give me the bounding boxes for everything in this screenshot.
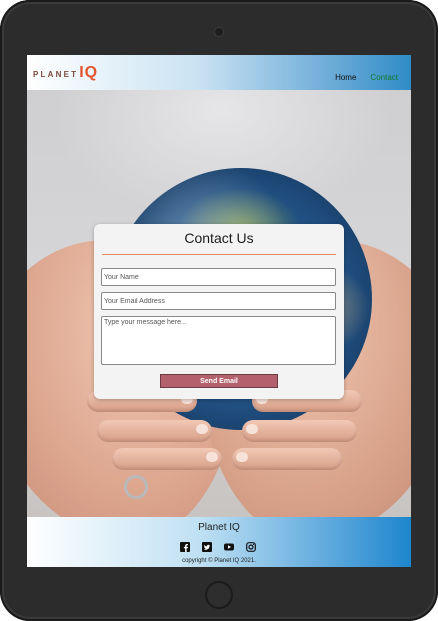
nav-contact-link[interactable]: Contact bbox=[370, 73, 398, 82]
email-input[interactable] bbox=[101, 292, 336, 310]
facebook-icon[interactable] bbox=[180, 539, 190, 552]
social-links bbox=[180, 539, 256, 552]
finger-image bbox=[242, 420, 357, 442]
contact-title: Contact Us bbox=[184, 230, 254, 246]
logo[interactable]: PLANET IQ bbox=[33, 64, 99, 81]
home-button[interactable] bbox=[205, 581, 233, 609]
send-email-button[interactable]: Send Email bbox=[160, 374, 278, 388]
camera-lens bbox=[215, 28, 223, 36]
footer-brand: Planet IQ bbox=[198, 522, 240, 533]
tablet-frame: PLANET IQ Home Contact Contact Us Your N… bbox=[0, 0, 438, 621]
finger-image bbox=[97, 420, 212, 442]
main-nav: Home Contact bbox=[335, 73, 398, 82]
contact-form-card: Contact Us Send Email bbox=[94, 224, 344, 399]
screen: PLANET IQ Home Contact Contact Us Your N… bbox=[27, 55, 411, 567]
ring-image bbox=[124, 475, 148, 499]
name-input[interactable] bbox=[101, 268, 336, 286]
logo-planet-text: PLANET bbox=[33, 70, 79, 79]
instagram-icon[interactable] bbox=[246, 539, 256, 552]
twitter-icon[interactable] bbox=[202, 539, 212, 552]
nav-home-link[interactable]: Home bbox=[335, 73, 356, 82]
site-header: PLANET IQ Home Contact bbox=[27, 55, 411, 90]
message-textarea[interactable] bbox=[101, 316, 336, 365]
youtube-icon[interactable] bbox=[224, 539, 234, 551]
title-divider bbox=[102, 254, 336, 255]
finger-image bbox=[112, 448, 222, 470]
finger-image bbox=[232, 448, 342, 470]
copyright-text: copyright © Planet IQ 2021. bbox=[182, 558, 256, 564]
site-footer: Planet IQ copyright © Planet IQ 2021. bbox=[27, 517, 411, 567]
logo-iq-text: IQ bbox=[79, 64, 99, 81]
